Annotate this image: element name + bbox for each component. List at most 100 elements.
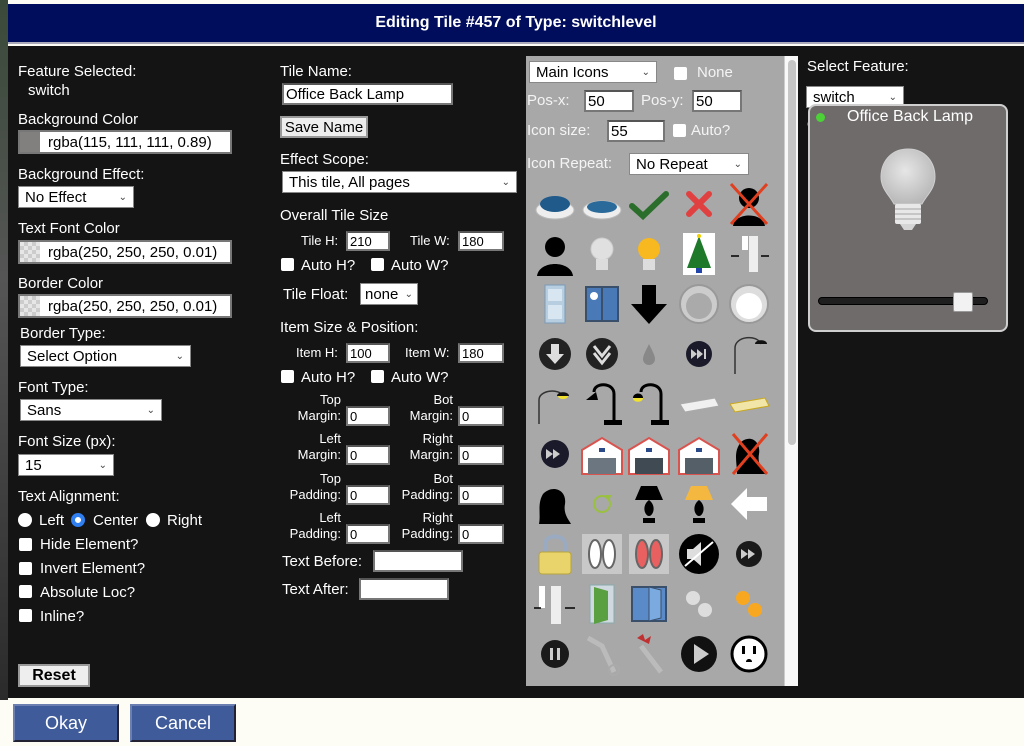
border-color-picker[interactable]: rgba(250, 250, 250, 0.01) xyxy=(18,294,232,318)
pause-circle-icon[interactable] xyxy=(532,631,578,677)
footprints-on-icon[interactable] xyxy=(626,531,672,577)
scrollbar-thumb[interactable] xyxy=(788,60,796,445)
down-arrow-icon[interactable] xyxy=(626,281,672,327)
garage-icon[interactable] xyxy=(579,431,625,477)
bulbs-off-icon[interactable] xyxy=(676,581,722,627)
font-type-select[interactable]: Sans ⌄ xyxy=(20,399,162,421)
icon-panel-scrollbar[interactable] xyxy=(784,56,798,686)
text-after-input[interactable] xyxy=(359,578,449,600)
background-color-picker[interactable]: rgba(115, 111, 111, 0.89) xyxy=(18,130,232,154)
outlet-icon[interactable] xyxy=(726,631,772,677)
padlock-icon[interactable] xyxy=(532,531,578,577)
pos-x-input[interactable]: 50 xyxy=(584,90,634,112)
background-effect-select[interactable]: No Effect ⌄ xyxy=(18,186,134,208)
table-lamp-on-icon[interactable] xyxy=(676,481,722,527)
arc-lamp-on-icon[interactable] xyxy=(532,381,578,427)
ceiling-panel-off-icon[interactable] xyxy=(676,381,722,427)
garage-closed-icon[interactable] xyxy=(626,431,672,477)
checkmark-icon[interactable] xyxy=(626,181,672,227)
blue-button-icon[interactable] xyxy=(532,181,578,227)
bulb-on-icon[interactable] xyxy=(626,231,672,277)
down-circle-icon[interactable] xyxy=(532,331,578,377)
tile-float-select[interactable]: none ⌄ xyxy=(360,283,418,305)
inline-checkbox[interactable] xyxy=(19,609,32,622)
top-padding-input[interactable]: 0 xyxy=(346,485,390,505)
invert-element-checkbox[interactable] xyxy=(19,562,32,575)
tile-name-input[interactable]: Office Back Lamp xyxy=(282,83,453,105)
woman-crossed-icon[interactable] xyxy=(726,431,772,477)
table-lamp-off-icon[interactable] xyxy=(626,481,672,527)
text-font-color-picker[interactable]: rgba(250, 250, 250, 0.01) xyxy=(18,240,232,264)
refresh-icon[interactable] xyxy=(579,481,625,527)
woman-silhouette-icon[interactable] xyxy=(532,481,578,527)
desk-lamp-on-icon[interactable] xyxy=(626,381,672,427)
tile-preview[interactable]: Office Back Lamp xyxy=(808,104,1008,332)
bulb-off-icon[interactable] xyxy=(579,231,625,277)
pos-y-input[interactable]: 50 xyxy=(692,90,742,112)
window-open-icon[interactable] xyxy=(626,581,672,627)
person-crossed-icon[interactable] xyxy=(726,181,772,227)
text-before-input[interactable] xyxy=(373,550,463,572)
level-slider-thumb[interactable] xyxy=(952,292,973,312)
icon-set-select[interactable]: Main Icons ⌄ xyxy=(529,61,657,83)
top-margin-input[interactable]: 0 xyxy=(346,406,390,426)
piston-icon[interactable] xyxy=(579,631,625,677)
mute-icon[interactable] xyxy=(676,531,722,577)
effect-scope-select[interactable]: This tile, All pages ⌄ xyxy=(282,171,517,193)
item-w-input[interactable]: 180 xyxy=(458,343,504,363)
tile-auto-w-checkbox[interactable] xyxy=(371,258,384,271)
bot-padding-input[interactable]: 0 xyxy=(458,485,504,505)
icon-size-input[interactable]: 55 xyxy=(607,120,665,142)
door-icon[interactable] xyxy=(532,281,578,327)
piston-broken-icon[interactable] xyxy=(626,631,672,677)
tile-h-input[interactable]: 210 xyxy=(346,231,390,251)
left-margin-input[interactable]: 0 xyxy=(346,445,390,465)
footprints-off-icon[interactable] xyxy=(579,531,625,577)
item-auto-w-checkbox[interactable] xyxy=(371,370,384,383)
door-open-icon[interactable] xyxy=(579,581,625,627)
save-name-button[interactable]: Save Name xyxy=(280,116,368,138)
right-margin-input[interactable]: 0 xyxy=(458,445,504,465)
light-fixture-off-icon[interactable] xyxy=(676,281,722,327)
tile-w-input[interactable]: 180 xyxy=(458,231,504,251)
contact-sensor-icon[interactable] xyxy=(726,231,772,277)
item-h-input[interactable]: 100 xyxy=(346,343,390,363)
align-right-radio[interactable] xyxy=(146,513,160,527)
left-padding-input[interactable]: 0 xyxy=(346,524,390,544)
window-icon[interactable] xyxy=(579,281,625,327)
okay-button[interactable]: Okay xyxy=(13,704,119,742)
blue-button-pressed-icon[interactable] xyxy=(579,181,625,227)
border-type-select[interactable]: Select Option ⌄ xyxy=(20,345,191,367)
reset-button[interactable]: Reset xyxy=(18,664,90,687)
arc-lamp-off-icon[interactable] xyxy=(726,331,772,377)
hide-element-checkbox[interactable] xyxy=(19,538,32,551)
light-fixture-on-icon[interactable] xyxy=(726,281,772,327)
desk-lamp-off-icon[interactable] xyxy=(579,381,625,427)
ceiling-panel-on-icon[interactable] xyxy=(726,381,772,427)
contact-open-icon[interactable] xyxy=(532,581,578,627)
fast-forward-circle-icon[interactable] xyxy=(532,431,578,477)
person-silhouette-icon[interactable] xyxy=(532,231,578,277)
bot-margin-input[interactable]: 0 xyxy=(458,406,504,426)
skip-forward-icon[interactable] xyxy=(676,331,722,377)
align-center-radio[interactable] xyxy=(71,513,85,527)
item-auto-h-checkbox[interactable] xyxy=(281,370,294,383)
red-x-icon[interactable] xyxy=(676,181,722,227)
icon-auto-checkbox[interactable] xyxy=(673,124,686,137)
play-circle-icon[interactable] xyxy=(676,631,722,677)
absolute-loc-checkbox[interactable] xyxy=(19,585,32,598)
double-down-circle-icon[interactable] xyxy=(579,331,625,377)
christmas-tree-icon[interactable] xyxy=(676,231,722,277)
cancel-button[interactable]: Cancel xyxy=(130,704,236,742)
right-padding-input[interactable]: 0 xyxy=(458,524,504,544)
left-arrow-icon[interactable] xyxy=(726,481,772,527)
bulbs-on-icon[interactable] xyxy=(726,581,772,627)
tile-auto-h-checkbox[interactable] xyxy=(281,258,294,271)
align-left-radio[interactable] xyxy=(18,513,32,527)
water-drop-icon[interactable] xyxy=(626,331,672,377)
no-icon-checkbox[interactable] xyxy=(674,67,687,80)
icon-repeat-select[interactable]: No Repeat ⌄ xyxy=(629,153,749,175)
font-size-select[interactable]: 15 ⌄ xyxy=(18,454,114,476)
garage-partial-icon[interactable] xyxy=(676,431,722,477)
fast-forward-small-icon[interactable] xyxy=(726,531,772,577)
